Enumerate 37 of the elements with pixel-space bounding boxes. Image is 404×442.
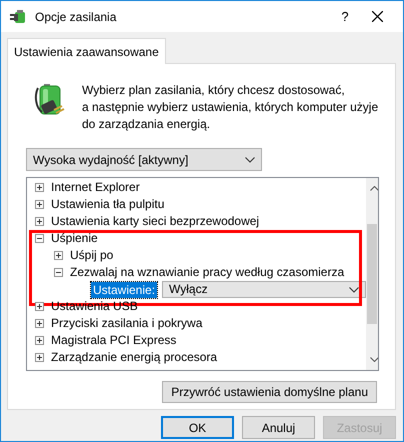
expand-icon[interactable] (35, 200, 44, 209)
tab[interactable]: Ustawienia zaawansowane (7, 38, 166, 64)
tree-item[interactable]: Uśpienie (51, 230, 98, 247)
tree-item[interactable]: Zezwalaj na wznawianie pracy według czasomierza (70, 264, 344, 281)
tree-item[interactable]: Ustawienia tła pulpitu (51, 196, 164, 213)
scrollbar[interactable] (366, 178, 378, 370)
dialog-button[interactable]: Anuluj (242, 416, 315, 439)
restore-defaults-button[interactable]: Przywróć ustawienia domyślne planu (162, 381, 377, 403)
tree-item[interactable]: Magistrala PCI Express (51, 332, 176, 349)
tree-item[interactable]: Uśpij po (70, 247, 114, 264)
window-title: Opcje zasilania (35, 8, 116, 26)
chevron-down-icon (245, 156, 255, 162)
expand-icon[interactable] (35, 336, 44, 345)
setting-dropdown[interactable]: Wyłącz (162, 281, 366, 298)
expand-icon[interactable] (35, 353, 44, 362)
setting-label[interactable]: Ustawienie: (91, 282, 158, 298)
scroll-down-icon[interactable] (370, 357, 378, 362)
chevron-down-icon (349, 286, 360, 292)
expand-icon[interactable] (35, 302, 44, 311)
collapse-icon[interactable] (35, 234, 44, 243)
power-plug-icon (9, 8, 27, 24)
scroll-up-icon[interactable] (370, 186, 378, 191)
tree-item[interactable]: Przyciski zasilania i pokrywa (51, 315, 202, 332)
expand-icon[interactable] (35, 319, 44, 328)
description-text: Wybierz plan zasilania, który chcesz dostosować, a następnie wybierz ustawienia, których komputer użyje do zarządzania energią. (82, 82, 378, 133)
expand-icon[interactable] (35, 217, 44, 226)
collapse-icon[interactable] (54, 268, 63, 277)
scrollbar-thumb[interactable] (367, 224, 377, 324)
help-button[interactable]: ? (330, 6, 360, 26)
tree-item[interactable]: Zarządzanie energią procesora (51, 349, 218, 366)
expand-icon[interactable] (35, 183, 44, 192)
expand-icon[interactable] (54, 251, 63, 260)
dialog-button[interactable]: OK (161, 416, 234, 439)
plan-dropdown[interactable]: Wysoka wydajność [aktywny] (26, 148, 262, 171)
tree-item[interactable]: Ustawienia karty sieci bezprzewodowej (51, 213, 260, 230)
close-icon[interactable] (372, 11, 383, 22)
tree-item[interactable]: Internet Explorer (51, 179, 140, 196)
